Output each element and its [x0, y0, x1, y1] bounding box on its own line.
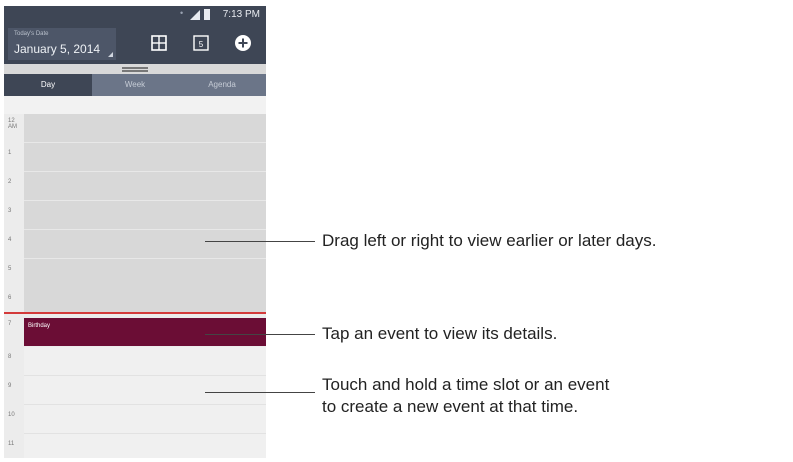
- hour-label: 3: [8, 208, 12, 214]
- event-title: Birthday: [28, 323, 51, 329]
- status-time: 7:13 PM: [222, 9, 260, 20]
- time-slot[interactable]: [24, 284, 266, 313]
- app-bar: Today's Date January 5, 2014 5: [4, 24, 266, 64]
- time-slot[interactable]: [24, 172, 266, 201]
- today-icon[interactable]: 5: [192, 34, 210, 52]
- date-caption: Today's Date: [14, 31, 49, 37]
- callout-drag: Drag left or right to view earlier or la…: [322, 231, 657, 250]
- date-selector[interactable]: Today's Date January 5, 2014: [8, 28, 116, 60]
- time-slot[interactable]: [24, 201, 266, 230]
- time-slot[interactable]: [24, 230, 266, 259]
- time-slot[interactable]: [24, 434, 266, 458]
- callout-hold-line1: Touch and hold a time slot or an event: [322, 375, 610, 394]
- all-day-row[interactable]: [4, 96, 266, 114]
- callout-line-hold: [205, 392, 315, 393]
- tab-week[interactable]: Week: [91, 74, 179, 96]
- callout-hold: Touch and hold a time slot or an event t…: [322, 374, 609, 418]
- current-date: January 5, 2014: [14, 42, 101, 56]
- hour-label: 9: [8, 383, 12, 389]
- tab-day[interactable]: Day: [4, 74, 92, 96]
- time-slot[interactable]: [24, 376, 266, 405]
- hour-label: 11: [8, 441, 15, 447]
- callout-line-drag: [205, 241, 315, 242]
- day-time-grid: 12 AM 1 2 3 4 5 6 7 8 9 10 11 Birthday: [4, 114, 266, 458]
- signal-icon: [190, 10, 200, 20]
- battery-icon: [204, 9, 210, 20]
- resize-handle[interactable]: [4, 64, 266, 74]
- hour-label: 5: [8, 266, 12, 272]
- time-slot[interactable]: [24, 143, 266, 172]
- time-slot[interactable]: [24, 347, 266, 376]
- hour-label: 6: [8, 295, 12, 301]
- callout-hold-line2: to create a new event at that time.: [322, 397, 579, 416]
- time-slot[interactable]: [24, 405, 266, 434]
- add-event-icon[interactable]: [234, 34, 252, 52]
- callout-line-tap: [205, 334, 315, 335]
- notification-icon: •: [180, 8, 184, 18]
- calendar-phone-screen: • 7:13 PM Today's Date January 5, 2014 5: [4, 6, 266, 458]
- hour-label: 7: [8, 321, 12, 327]
- callout-tap: Tap an event to view its details.: [322, 324, 558, 343]
- hour-label: 12 AM: [8, 118, 17, 130]
- time-slot[interactable]: [24, 114, 266, 143]
- tab-agenda[interactable]: Agenda: [178, 74, 266, 96]
- hour-label: 4: [8, 237, 12, 243]
- view-tabs: Day Week Agenda: [4, 74, 266, 96]
- event-birthday[interactable]: Birthday: [24, 318, 266, 346]
- hour-label: 8: [8, 354, 12, 360]
- hour-label: 1: [8, 150, 12, 156]
- today-icon-number: 5: [199, 40, 204, 49]
- current-time-line: [4, 312, 266, 314]
- hour-label: 2: [8, 179, 12, 185]
- grid-view-icon[interactable]: [150, 34, 168, 52]
- status-bar: • 7:13 PM: [4, 6, 266, 24]
- hour-label: 10: [8, 412, 15, 418]
- dropdown-corner-icon: [108, 52, 113, 57]
